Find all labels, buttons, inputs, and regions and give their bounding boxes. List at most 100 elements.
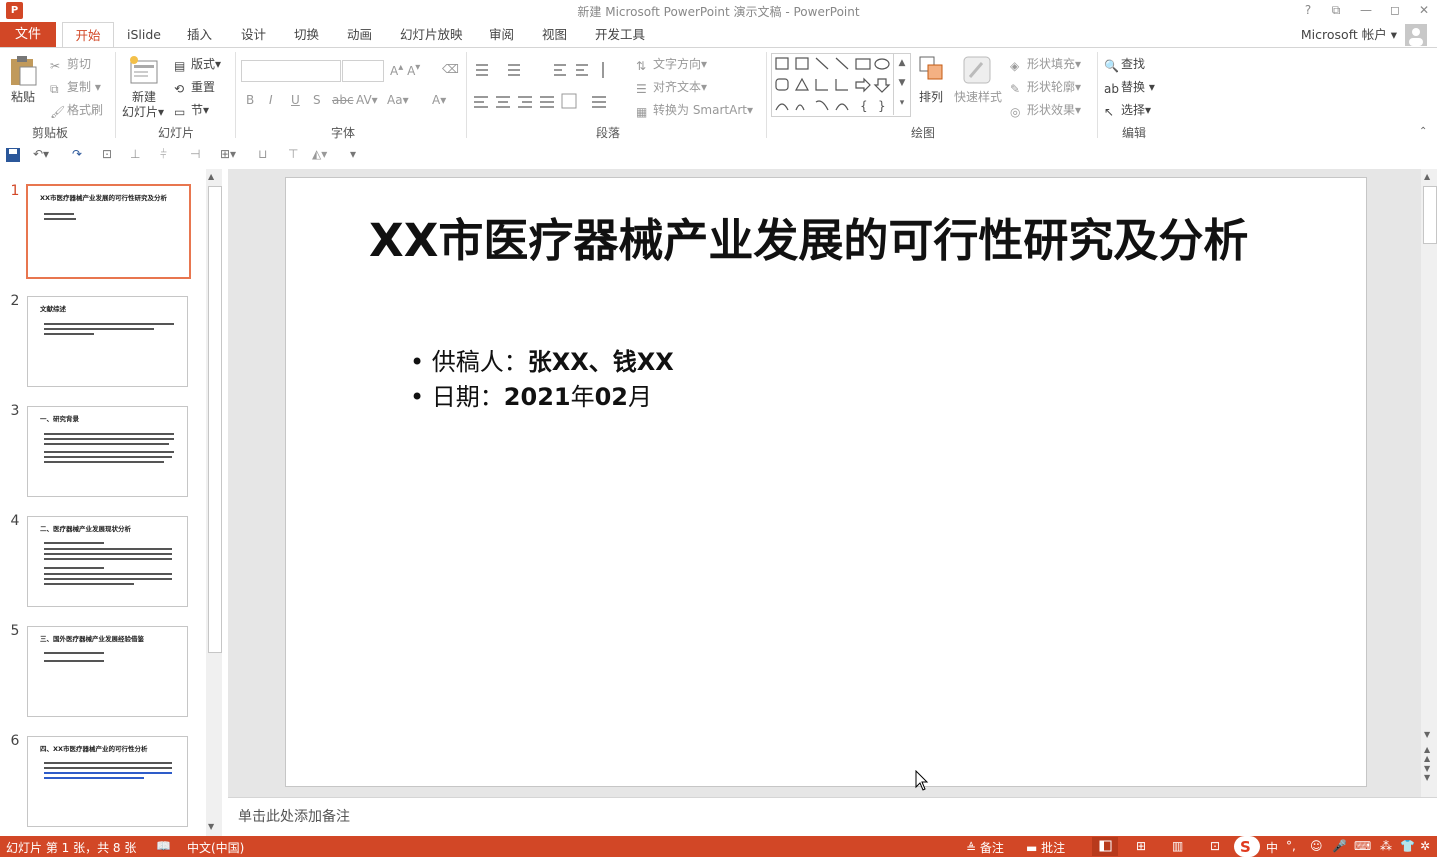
paste-button[interactable] xyxy=(8,55,38,90)
close-button[interactable]: ✕ xyxy=(1414,2,1434,18)
ime-skin-icon[interactable]: 👕 xyxy=(1400,839,1415,853)
shape-fill-button[interactable]: ◈ 形状填充▾ xyxy=(1010,55,1081,73)
select-button[interactable]: ↖ 选择▾ xyxy=(1104,101,1151,119)
shapes-gallery[interactable]: {} xyxy=(771,53,911,117)
maximize-button[interactable]: ◻ xyxy=(1385,2,1405,18)
shape-effects-button[interactable]: ◎ 形状效果▾ xyxy=(1010,101,1081,119)
slideshow-view-icon[interactable]: ⊡ xyxy=(1210,839,1220,853)
qat-distribute-icon[interactable]: ⊞▾ xyxy=(220,147,236,163)
redo-icon[interactable]: ↷ xyxy=(72,147,88,163)
ime-voice-icon[interactable]: 🎤 xyxy=(1332,839,1347,853)
customize-qat-icon[interactable]: ▾ xyxy=(350,147,366,163)
slide-thumbnail-2[interactable]: 文献综述 xyxy=(27,296,188,387)
save-icon[interactable] xyxy=(5,147,21,163)
ime-mode-indicator[interactable]: 中 xyxy=(1266,839,1278,856)
tab-animations[interactable]: 动画 xyxy=(347,22,372,47)
arrange-icon[interactable] xyxy=(918,55,946,88)
tab-home[interactable]: 开始 xyxy=(62,22,114,48)
account-avatar-icon[interactable] xyxy=(1405,24,1427,46)
sogou-ime-icon[interactable]: S xyxy=(1234,836,1260,857)
tab-view[interactable]: 视图 xyxy=(542,22,567,47)
current-slide[interactable]: XX市医疗器械产业发展的可行性研究及分析 • 供稿人：张XX、钱XX • 日期：… xyxy=(285,177,1367,787)
section-button[interactable]: ▭ 节▾ xyxy=(174,101,209,119)
reset-button[interactable]: ⟲ 重置 xyxy=(174,78,215,96)
character-spacing-button[interactable]: AV▾ xyxy=(356,93,378,107)
format-painter-button[interactable]: 🖌 格式刷 xyxy=(50,101,103,119)
clear-formatting-icon[interactable]: ⌫ xyxy=(442,62,459,76)
slide-sorter-view-icon[interactable]: ⊞ xyxy=(1136,839,1146,853)
quick-styles-icon[interactable] xyxy=(962,55,992,88)
slide-thumbnail-6[interactable]: 四、XX市医疗器械产业的可行性分析 xyxy=(27,736,188,827)
tab-islide[interactable]: iSlide xyxy=(127,22,161,47)
font-color-button[interactable]: A▾ xyxy=(432,93,446,107)
tab-design[interactable]: 设计 xyxy=(241,22,266,47)
tab-slideshow[interactable]: 幻灯片放映 xyxy=(400,22,463,47)
start-slideshow-icon[interactable]: ⊡ xyxy=(102,147,118,163)
slide-bullet-date[interactable]: • 日期：2021年02月 xyxy=(410,377,652,412)
copy-button[interactable]: ⧉ 复制 ▾ xyxy=(50,78,101,96)
new-slide-button[interactable] xyxy=(128,55,160,88)
qat-align-left-icon[interactable]: ⊣ xyxy=(190,147,206,163)
undo-icon[interactable]: ↶▾ xyxy=(33,147,49,163)
spell-check-icon[interactable]: 📖 xyxy=(156,839,171,853)
tab-insert[interactable]: 插入 xyxy=(187,22,212,47)
next-slide-icon[interactable]: ▼ ▼ xyxy=(1424,764,1430,782)
slide-thumbnail-1[interactable]: XX市医疗器械产业发展的可行性研究及分析 xyxy=(26,184,191,279)
ime-keyboard-icon[interactable]: ⌨ xyxy=(1354,839,1371,853)
notes-placeholder[interactable]: 单击此处添加备注 xyxy=(238,806,350,826)
strikethrough-button[interactable]: abc xyxy=(332,93,354,107)
notes-toggle-button[interactable]: ≜ 备注 xyxy=(966,839,1004,856)
qat-align-bottom-icon[interactable]: ⊤ xyxy=(288,147,304,163)
slide-thumbnail-3[interactable]: 一、研究背景 xyxy=(27,406,188,497)
scroll-up-arrow-icon[interactable]: ▲ xyxy=(1424,172,1430,181)
tab-transitions[interactable]: 切换 xyxy=(294,22,319,47)
slide-thumbnail-5[interactable]: 三、国外医疗器械产业发展经验借鉴 xyxy=(27,626,188,717)
scrollbar-thumb[interactable] xyxy=(208,186,222,653)
italic-button[interactable]: I xyxy=(269,93,273,107)
layout-button[interactable]: ▤ 版式▾ xyxy=(174,55,221,73)
text-direction-button[interactable]: ⇅ 文字方向▾ xyxy=(636,55,707,73)
bold-button[interactable]: B xyxy=(246,93,254,107)
collapse-ribbon-icon[interactable]: ⌃ xyxy=(1419,126,1427,137)
qat-align-top-icon[interactable]: ⊥ xyxy=(130,147,146,163)
microsoft-account-menu[interactable]: Microsoft 帐户 ▾ xyxy=(1301,22,1397,47)
paragraph-format-buttons[interactable] xyxy=(472,58,622,128)
quick-styles-button[interactable]: 快速样式 xyxy=(954,88,1002,105)
arrange-button[interactable]: 排列 xyxy=(919,88,943,105)
font-name-combobox[interactable] xyxy=(241,60,341,82)
qat-align-center-icon[interactable]: ⫩ xyxy=(160,147,176,163)
ribbon-display-options-button[interactable]: ⧉ xyxy=(1326,2,1346,18)
previous-slide-icon[interactable]: ▲ ▲ xyxy=(1424,745,1430,763)
ime-punctuation-icon[interactable]: °, xyxy=(1286,839,1296,853)
change-case-button[interactable]: Aa▾ xyxy=(387,93,409,107)
ime-toolbox-icon[interactable]: ⁂ xyxy=(1380,839,1392,853)
shadow-button[interactable]: S xyxy=(313,93,321,107)
find-button[interactable]: 🔍 查找 xyxy=(1104,55,1145,73)
help-button[interactable]: ? xyxy=(1298,2,1318,18)
qat-rotate-icon[interactable]: ◭▾ xyxy=(312,147,328,163)
slide-thumbnail-4[interactable]: 二、医疗器械产业发展现状分析 xyxy=(27,516,188,607)
convert-smartart-button[interactable]: ▦ 转换为 SmartArt▾ xyxy=(636,101,753,119)
qat-group-icon[interactable]: ⊔ xyxy=(258,147,274,163)
increase-font-size-button[interactable]: A▴ A▾ xyxy=(390,62,420,78)
align-text-button[interactable]: ☰ 对齐文本▾ xyxy=(636,78,707,96)
normal-view-button[interactable] xyxy=(1092,837,1118,856)
cut-button[interactable]: ✂ 剪切 xyxy=(50,55,91,73)
tab-file[interactable]: 文件 xyxy=(0,22,56,47)
tab-review[interactable]: 审阅 xyxy=(489,22,514,47)
shapes-gallery-scroll[interactable]: ▲ ▼ ▾ xyxy=(893,53,910,115)
underline-button[interactable]: U xyxy=(291,93,300,107)
notes-pane[interactable] xyxy=(228,797,1437,836)
minimize-button[interactable]: — xyxy=(1356,2,1376,18)
tab-developer[interactable]: 开发工具 xyxy=(595,22,645,47)
scroll-down-arrow-icon[interactable]: ▼ xyxy=(1424,730,1430,739)
replace-button[interactable]: ab 替换 ▾ xyxy=(1104,78,1155,96)
scroll-up-arrow-icon[interactable]: ▲ xyxy=(208,172,214,181)
slide-area-scrollbar[interactable] xyxy=(1421,169,1437,797)
slide-title[interactable]: XX市医疗器械产业发展的可行性研究及分析 xyxy=(369,214,1299,267)
scroll-down-arrow-icon[interactable]: ▼ xyxy=(208,822,214,831)
ime-emoji-icon[interactable]: ☺ xyxy=(1310,839,1323,853)
shape-outline-button[interactable]: ✎ 形状轮廓▾ xyxy=(1010,78,1081,96)
language-indicator[interactable]: 中文(中国) xyxy=(187,839,244,856)
scrollbar-thumb[interactable] xyxy=(1423,186,1437,244)
